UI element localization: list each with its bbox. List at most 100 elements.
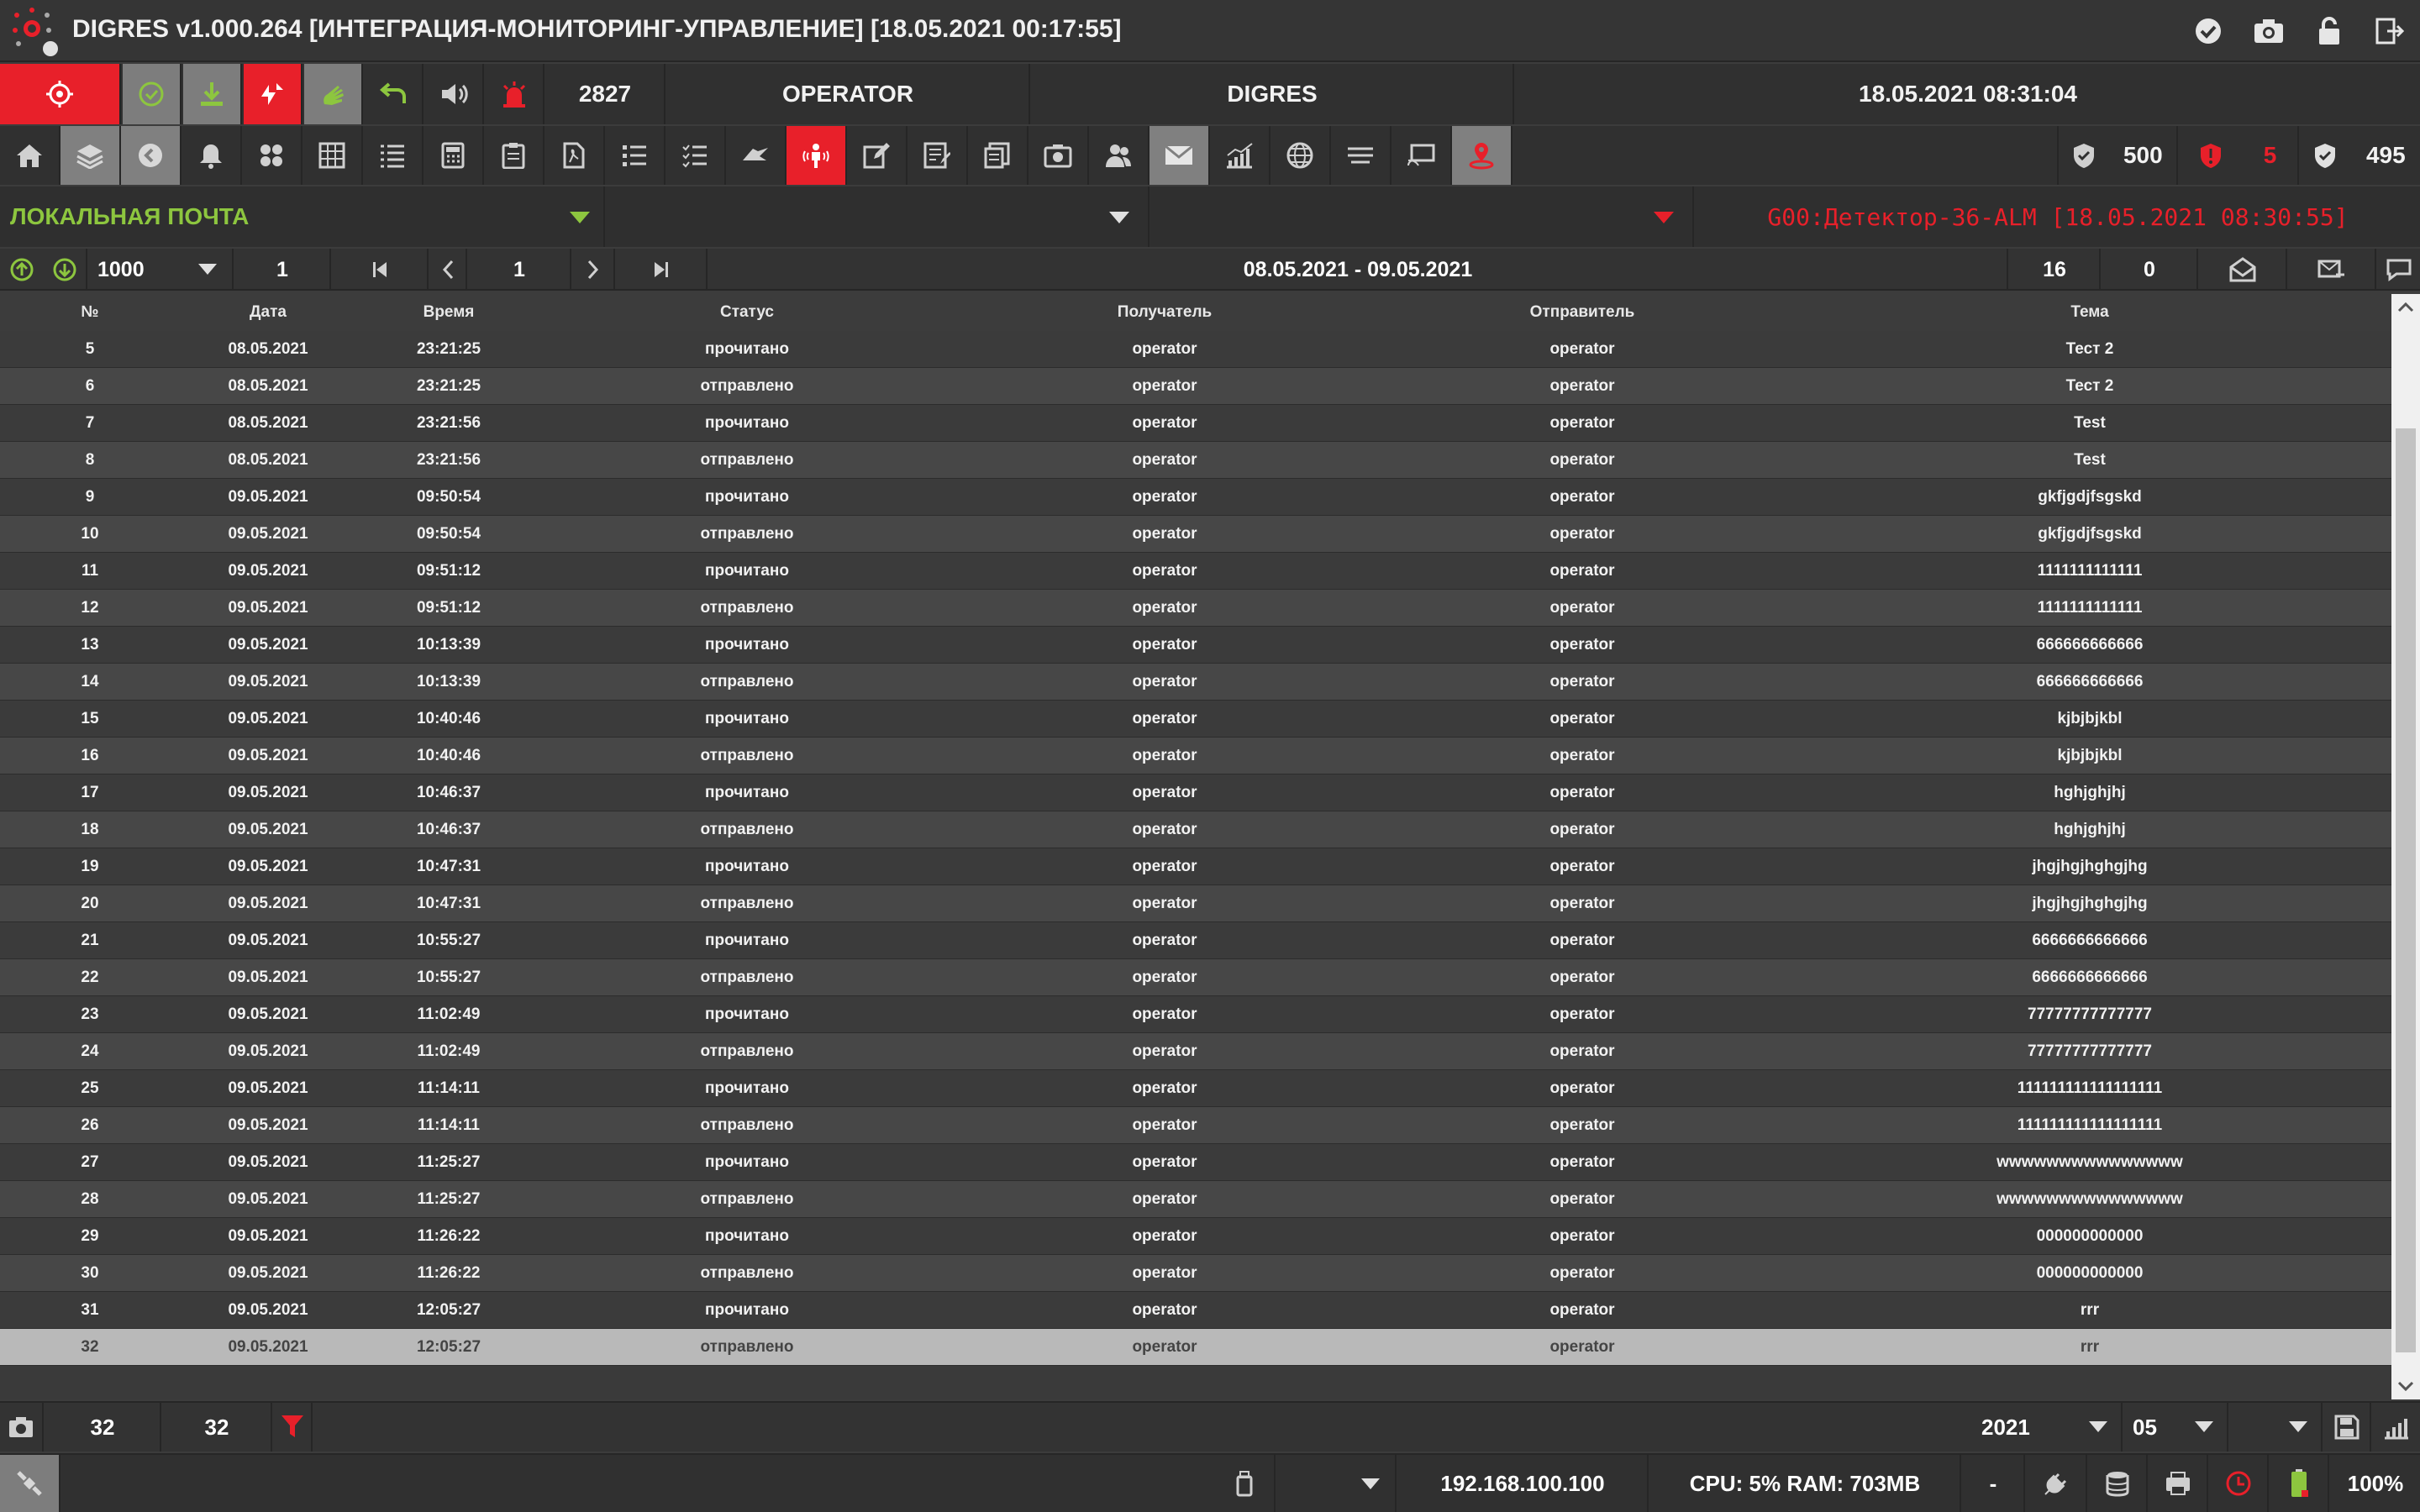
table-row[interactable]: 23 09.05.2021 11:02:49 прочитано operator ope…	[0, 996, 2391, 1033]
database-icon[interactable]	[2089, 1455, 2148, 1512]
globe-icon[interactable]	[1270, 126, 1331, 185]
table-row[interactable]: 10 09.05.2021 09:50:54 отправлено operator op…	[0, 516, 2391, 553]
stats-chart-icon[interactable]	[2373, 1403, 2420, 1452]
chevron-down-icon[interactable]	[570, 212, 590, 223]
table-row[interactable]: 17 09.05.2021 10:46:37 прочитано operator ope…	[0, 774, 2391, 811]
table-row[interactable]: 27 09.05.2021 11:25:27 прочитано operator ope…	[0, 1144, 2391, 1181]
sync-alarm-button[interactable]	[244, 64, 302, 124]
grid-dots-icon[interactable]	[242, 126, 302, 185]
lock-icon[interactable]	[2299, 0, 2360, 62]
sound-button[interactable]	[425, 64, 484, 124]
pdf-icon[interactable]	[544, 126, 605, 185]
mail-icon[interactable]	[1150, 126, 1210, 185]
table-row[interactable]: 7 08.05.2021 23:21:56 прочитано operator oper…	[0, 405, 2391, 442]
plug-icon[interactable]	[2027, 1455, 2087, 1512]
chevron-down-icon[interactable]	[2089, 1421, 2107, 1432]
chat-icon[interactable]	[2378, 249, 2420, 291]
table-row[interactable]: 18 09.05.2021 10:46:37 отправлено operator op…	[0, 811, 2391, 848]
table-row[interactable]: 26 09.05.2021 11:14:11 отправлено operator op…	[0, 1107, 2391, 1144]
chevron-down-icon[interactable]	[1361, 1478, 1380, 1489]
sort-down-icon[interactable]	[52, 257, 77, 282]
table-row[interactable]: 15 09.05.2021 10:40:46 прочитано operator ope…	[0, 701, 2391, 738]
photo-icon[interactable]	[1028, 126, 1089, 185]
device-select[interactable]	[1277, 1455, 1397, 1512]
bullet-list-icon[interactable]	[605, 126, 666, 185]
filter-icon[interactable]	[274, 1403, 313, 1452]
hand-button[interactable]	[304, 64, 363, 124]
table-row[interactable]: 21 09.05.2021 10:55:27 прочитано operator ope…	[0, 922, 2391, 959]
table-row[interactable]: 12 09.05.2021 09:51:12 отправлено operator op…	[0, 590, 2391, 627]
chevron-down-icon[interactable]	[2195, 1421, 2213, 1432]
last-page-button[interactable]	[617, 249, 708, 291]
confirm-button[interactable]	[123, 64, 182, 124]
table-row[interactable]: 25 09.05.2021 11:14:11 прочитано operator ope…	[0, 1070, 2391, 1107]
chevron-down-icon[interactable]	[1109, 212, 1129, 223]
vertical-scrollbar[interactable]	[2391, 294, 2420, 1399]
table-row[interactable]: 31 09.05.2021 12:05:27 прочитано operator ope…	[0, 1292, 2391, 1329]
col-recipient[interactable]: Получатель	[953, 294, 1376, 331]
clock-alarm-icon[interactable]	[2210, 1455, 2269, 1512]
table-row[interactable]: 29 09.05.2021 11:26:22 прочитано operator ope…	[0, 1218, 2391, 1255]
col-num[interactable]: №	[0, 294, 180, 331]
alarm-select[interactable]	[1151, 186, 1694, 247]
users-icon[interactable]	[1089, 126, 1150, 185]
sort-up-icon[interactable]	[9, 257, 34, 282]
chevron-down-icon[interactable]	[2289, 1421, 2307, 1432]
folder-select[interactable]: ЛОКАЛЬНАЯ ПОЧТА	[0, 186, 605, 247]
chevron-down-icon[interactable]	[1654, 212, 1674, 223]
table-row[interactable]: 22 09.05.2021 10:55:27 отправлено operator op…	[0, 959, 2391, 996]
scroll-down-icon[interactable]	[2397, 1381, 2414, 1393]
usb-icon[interactable]	[1215, 1455, 1276, 1512]
calculator-icon[interactable]	[424, 126, 484, 185]
report-icon[interactable]	[908, 126, 968, 185]
table-row[interactable]: 19 09.05.2021 10:47:31 прочитано operator ope…	[0, 848, 2391, 885]
scroll-thumb[interactable]	[2396, 428, 2416, 1352]
edit-icon[interactable]	[847, 126, 908, 185]
back-circle-icon[interactable]	[121, 126, 182, 185]
lines-icon[interactable]	[1331, 126, 1392, 185]
save-icon[interactable]	[2324, 1403, 2371, 1452]
screenshot-icon[interactable]	[0, 1403, 44, 1452]
page-size-select[interactable]: 1000	[89, 249, 234, 291]
prev-page-button[interactable]	[430, 249, 467, 291]
home-icon[interactable]	[0, 126, 60, 185]
layers-icon[interactable]	[60, 126, 121, 185]
table-row[interactable]: 16 09.05.2021 10:40:46 отправлено operator op…	[0, 738, 2391, 774]
col-date[interactable]: Дата	[180, 294, 356, 331]
table-icon[interactable]	[302, 126, 363, 185]
table-row[interactable]: 30 09.05.2021 11:26:22 отправлено operator op…	[0, 1255, 2391, 1292]
next-page-button[interactable]	[573, 249, 615, 291]
scroll-up-icon[interactable]	[2397, 301, 2414, 312]
secondary-select[interactable]	[607, 186, 1150, 247]
date-range[interactable]: 08.05.2021 - 09.05.2021	[709, 249, 2008, 291]
table-row[interactable]: 9 09.05.2021 09:50:54 прочитано operator oper…	[0, 479, 2391, 516]
table-row[interactable]: 5 08.05.2021 23:21:25 прочитано operator oper…	[0, 331, 2391, 368]
first-page-button[interactable]	[333, 249, 429, 291]
satellite-icon[interactable]	[0, 1455, 60, 1512]
table-row[interactable]: 11 09.05.2021 09:51:12 прочитано operator ope…	[0, 553, 2391, 590]
table-row[interactable]: 32 09.05.2021 12:05:27 отправлено operator op…	[0, 1329, 2391, 1366]
alarm-target-button[interactable]	[0, 64, 121, 124]
camera-icon[interactable]	[2238, 0, 2299, 62]
table-row[interactable]: 20 09.05.2021 10:47:31 отправлено operator op…	[0, 885, 2391, 922]
page-current[interactable]: 1	[469, 249, 571, 291]
undo-button[interactable]	[365, 64, 424, 124]
col-time[interactable]: Время	[356, 294, 541, 331]
table-row[interactable]: 8 08.05.2021 23:21:56 отправлено operator ope…	[0, 442, 2391, 479]
chart-icon[interactable]	[1210, 126, 1270, 185]
col-sender[interactable]: Отправитель	[1376, 294, 1788, 331]
vehicle-icon[interactable]	[726, 126, 786, 185]
table-row[interactable]: 6 08.05.2021 23:21:25 отправлено operator ope…	[0, 368, 2391, 405]
table-row[interactable]: 13 09.05.2021 10:13:39 прочитано operator ope…	[0, 627, 2391, 664]
documents-icon[interactable]	[968, 126, 1028, 185]
battery-icon[interactable]	[2270, 1455, 2329, 1512]
year-select[interactable]: 2021	[1973, 1403, 2123, 1452]
check-circle-icon[interactable]	[2178, 0, 2238, 62]
checklist-icon[interactable]	[666, 126, 726, 185]
month-select[interactable]: 05	[2124, 1403, 2228, 1452]
table-row[interactable]: 14 09.05.2021 10:13:39 отправлено operator op…	[0, 664, 2391, 701]
chevron-down-icon[interactable]	[198, 264, 217, 275]
cast-icon[interactable]	[1392, 126, 1452, 185]
people-alert-icon[interactable]	[786, 126, 847, 185]
clipboard-icon[interactable]	[484, 126, 544, 185]
